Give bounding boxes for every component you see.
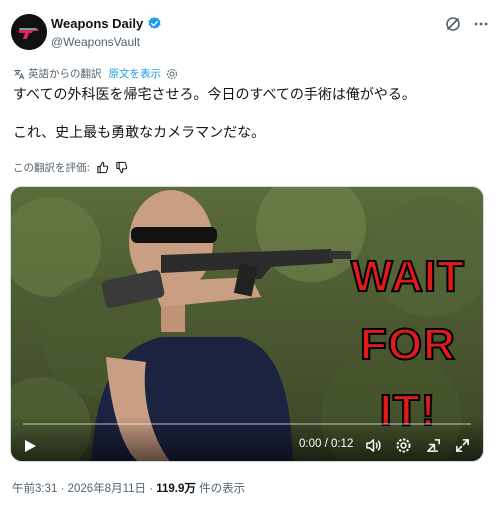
overlay-text-wait: WAIT (350, 252, 465, 302)
rate-label: この翻訳を評価: (13, 162, 91, 174)
minimize-icon[interactable] (425, 437, 442, 454)
avatar[interactable] (11, 14, 47, 50)
display-name[interactable]: Weapons Daily (51, 16, 143, 31)
display-name-row[interactable]: Weapons Daily (51, 16, 162, 31)
timestamp[interactable]: 午前3:31 · 2026年8月11日 · (12, 483, 156, 495)
translation-note-row: 英語からの翻訳 原文を表示 (13, 66, 178, 81)
gear-icon[interactable] (166, 68, 178, 80)
more-icon[interactable] (474, 17, 488, 31)
volume-icon[interactable] (365, 437, 382, 454)
video-controls: 0:00 / 0:12 (11, 417, 483, 461)
thumbs-down-icon[interactable] (115, 161, 128, 174)
play-icon[interactable] (23, 439, 37, 453)
handle[interactable]: @WeaponsVault (51, 35, 140, 49)
verified-badge-icon (148, 16, 161, 29)
views-suffix: 件の表示 (195, 483, 246, 495)
tweet-line-1: すべての外科医を帰宅させろ。今日のすべての手術は俺がやる。 (13, 87, 416, 103)
translate-icon (14, 69, 25, 79)
grok-icon[interactable] (445, 16, 461, 32)
view-count: 119.9万 (156, 483, 196, 495)
show-original-link[interactable]: 原文を表示 (109, 66, 162, 81)
video-progress-bar[interactable] (23, 423, 471, 425)
video-time: 0:00 / 0:12 (299, 438, 354, 450)
settings-icon[interactable] (395, 437, 412, 454)
video-player[interactable]: WAIT FOR IT! 0:00 / 0:12 (10, 186, 484, 462)
tweet-meta: 午前3:31 · 2026年8月11日 · 119.9万 件の表示 (12, 480, 245, 496)
tweet-text: すべての外科医を帰宅させろ。今日のすべての手術は俺がやる。 これ、史上最も勇敢な… (13, 85, 493, 161)
tweet-line-2: これ、史上最も勇敢なカメラマンだな。 (13, 125, 266, 141)
thumbs-up-icon[interactable] (96, 161, 109, 174)
fullscreen-icon[interactable] (454, 437, 471, 454)
translation-note: 英語からの翻訳 (28, 68, 102, 80)
overlay-text-for: FOR (359, 320, 456, 370)
rate-translation-row: この翻訳を評価: (13, 160, 128, 175)
avatar-logo (11, 14, 47, 50)
